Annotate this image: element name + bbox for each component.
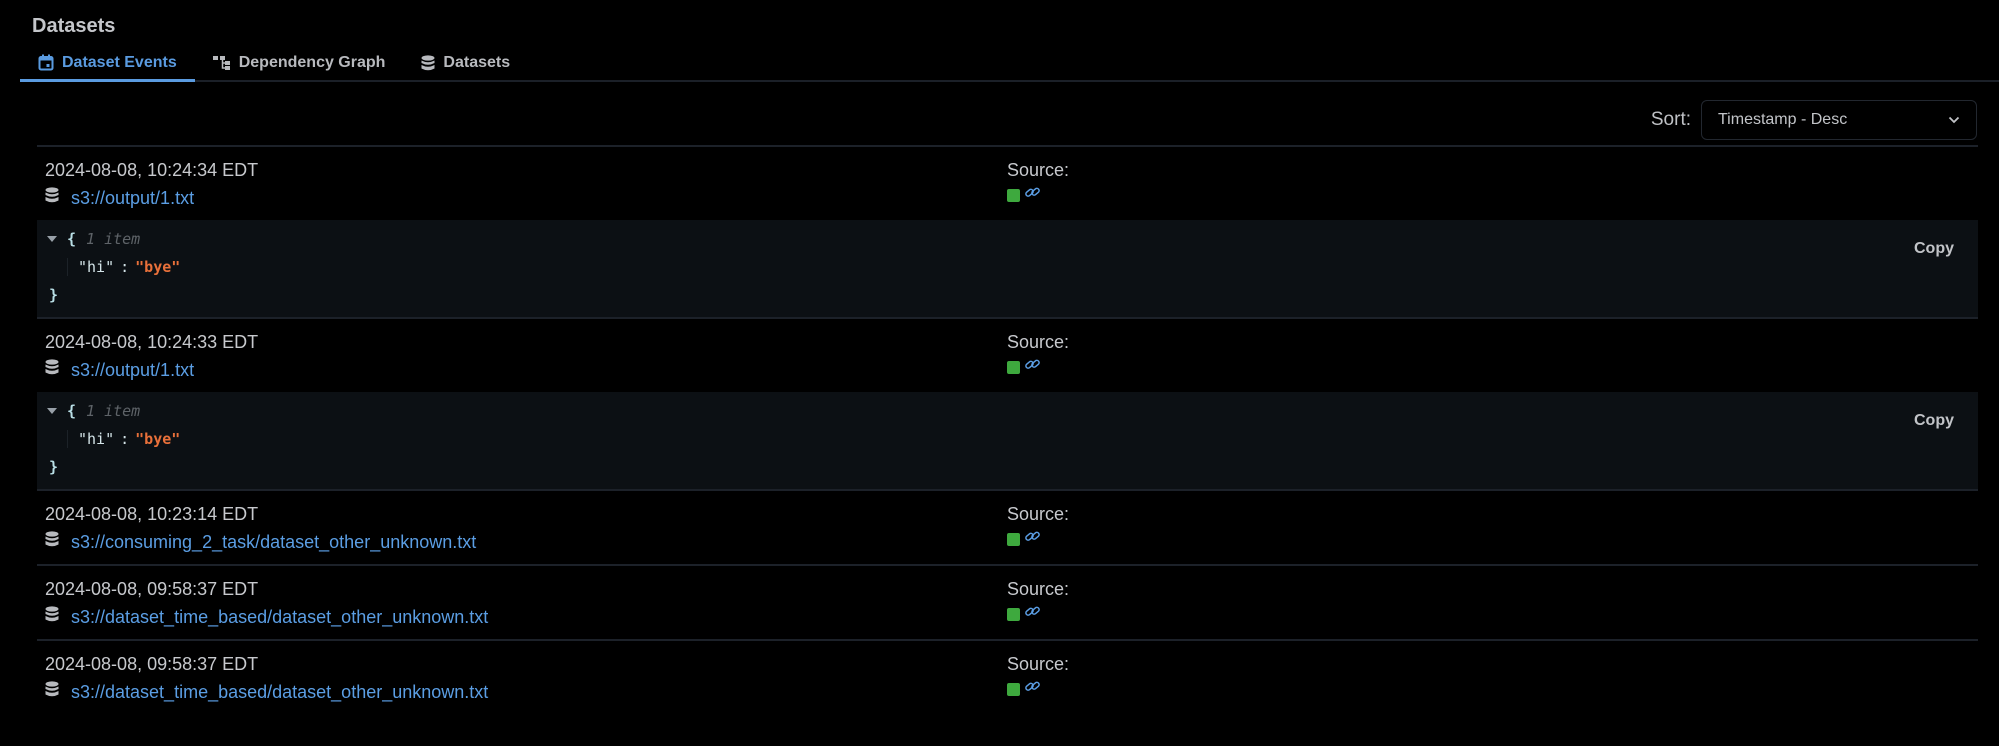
collapse-caret-icon[interactable] bbox=[47, 408, 57, 414]
json-key: "hi" bbox=[78, 430, 115, 448]
dataset-uri-link[interactable]: s3://consuming_2_task/dataset_other_unkn… bbox=[71, 532, 476, 553]
link-icon[interactable] bbox=[1024, 357, 1041, 377]
json-close-brace: } bbox=[49, 286, 59, 304]
source-label: Source: bbox=[1007, 579, 1070, 599]
json-open-brace: { bbox=[67, 230, 77, 248]
dataset-uri-link[interactable]: s3://dataset_time_based/dataset_other_un… bbox=[71, 607, 488, 628]
event-source: Source: bbox=[1007, 579, 1069, 624]
task-status-square-icon[interactable] bbox=[1007, 682, 1020, 696]
link-icon[interactable] bbox=[1024, 679, 1041, 699]
json-close-brace: } bbox=[49, 458, 59, 476]
json-open-brace: { bbox=[67, 402, 77, 420]
dataset-events-list: 2024-08-08, 10:24:34 EDT s3://output/1.t… bbox=[37, 145, 1978, 714]
json-colon: : bbox=[120, 258, 130, 276]
dataset-uri-link[interactable]: s3://output/1.txt bbox=[71, 188, 194, 209]
tab-dependency-graph[interactable]: Dependency Graph bbox=[195, 46, 404, 80]
sort-label: Sort: bbox=[1650, 109, 1691, 130]
collapse-caret-icon[interactable] bbox=[47, 236, 57, 242]
chevron-down-icon bbox=[1948, 111, 1960, 129]
source-label: Source: bbox=[1007, 160, 1070, 180]
link-icon[interactable] bbox=[1024, 604, 1041, 624]
event-source: Source: bbox=[1007, 504, 1069, 549]
json-item-count: 1 item bbox=[86, 402, 141, 420]
database-icon bbox=[45, 187, 59, 209]
sort-selected-value: Timestamp - Desc bbox=[1718, 111, 1848, 128]
json-key: "hi" bbox=[78, 258, 115, 276]
event-row: 2024-08-08, 10:24:33 EDT s3://output/1.t… bbox=[37, 319, 1978, 491]
dataset-uri-link[interactable]: s3://output/1.txt bbox=[71, 360, 194, 381]
page-title: Datasets bbox=[32, 15, 116, 37]
event-timestamp: 2024-08-08, 10:23:14 EDT bbox=[45, 504, 259, 524]
event-source: Source: bbox=[1007, 160, 1069, 205]
event-extra-json: { 1 item "hi": "bye" } Copy bbox=[37, 392, 1978, 489]
event-row: 2024-08-08, 10:23:14 EDT s3://consuming_… bbox=[37, 491, 1978, 566]
json-colon: : bbox=[120, 430, 130, 448]
task-status-square-icon[interactable] bbox=[1007, 188, 1020, 202]
json-value: "bye" bbox=[135, 258, 181, 276]
copy-button[interactable]: Copy bbox=[1914, 412, 1954, 430]
event-extra-json: { 1 item "hi": "bye" } Copy bbox=[37, 220, 1978, 317]
event-source: Source: bbox=[1007, 654, 1069, 699]
calendar-icon bbox=[38, 54, 54, 71]
sort-control: Sort: Timestamp - Desc bbox=[1651, 100, 1977, 140]
tab-label: Dependency Graph bbox=[238, 54, 386, 71]
event-source: Source: bbox=[1007, 332, 1069, 377]
event-row: 2024-08-08, 09:58:37 EDT s3://dataset_ti… bbox=[37, 641, 1978, 714]
task-status-square-icon[interactable] bbox=[1007, 360, 1020, 374]
source-label: Source: bbox=[1007, 504, 1070, 524]
task-status-square-icon[interactable] bbox=[1007, 532, 1020, 546]
database-icon bbox=[45, 531, 59, 553]
link-icon[interactable] bbox=[1024, 185, 1041, 205]
tab-bar: Dataset Events Dependency Graph Datasets bbox=[20, 46, 1999, 82]
database-icon bbox=[45, 359, 59, 381]
tab-label: Dataset Events bbox=[62, 53, 177, 71]
graph-icon bbox=[212, 55, 231, 71]
event-row: 2024-08-08, 10:24:34 EDT s3://output/1.t… bbox=[37, 147, 1978, 319]
database-icon bbox=[45, 606, 59, 628]
json-value: "bye" bbox=[135, 430, 181, 448]
tab-datasets[interactable]: Datasets bbox=[403, 46, 528, 80]
event-timestamp: 2024-08-08, 09:58:37 EDT bbox=[45, 579, 259, 599]
link-icon[interactable] bbox=[1024, 529, 1041, 549]
sort-select[interactable]: Timestamp - Desc bbox=[1701, 100, 1977, 140]
task-status-square-icon[interactable] bbox=[1007, 607, 1020, 621]
dataset-uri-link[interactable]: s3://dataset_time_based/dataset_other_un… bbox=[71, 682, 488, 703]
copy-button[interactable]: Copy bbox=[1914, 240, 1954, 258]
json-item-count: 1 item bbox=[86, 230, 141, 248]
tab-dataset-events[interactable]: Dataset Events bbox=[20, 46, 195, 82]
database-icon bbox=[421, 54, 435, 72]
event-timestamp: 2024-08-08, 10:24:33 EDT bbox=[45, 332, 259, 352]
source-label: Source: bbox=[1007, 654, 1070, 674]
event-timestamp: 2024-08-08, 10:24:34 EDT bbox=[45, 160, 259, 180]
event-timestamp: 2024-08-08, 09:58:37 EDT bbox=[45, 654, 259, 674]
database-icon bbox=[45, 681, 59, 703]
tab-label: Datasets bbox=[443, 54, 511, 71]
source-label: Source: bbox=[1007, 332, 1070, 352]
event-row: 2024-08-08, 09:58:37 EDT s3://dataset_ti… bbox=[37, 566, 1978, 641]
